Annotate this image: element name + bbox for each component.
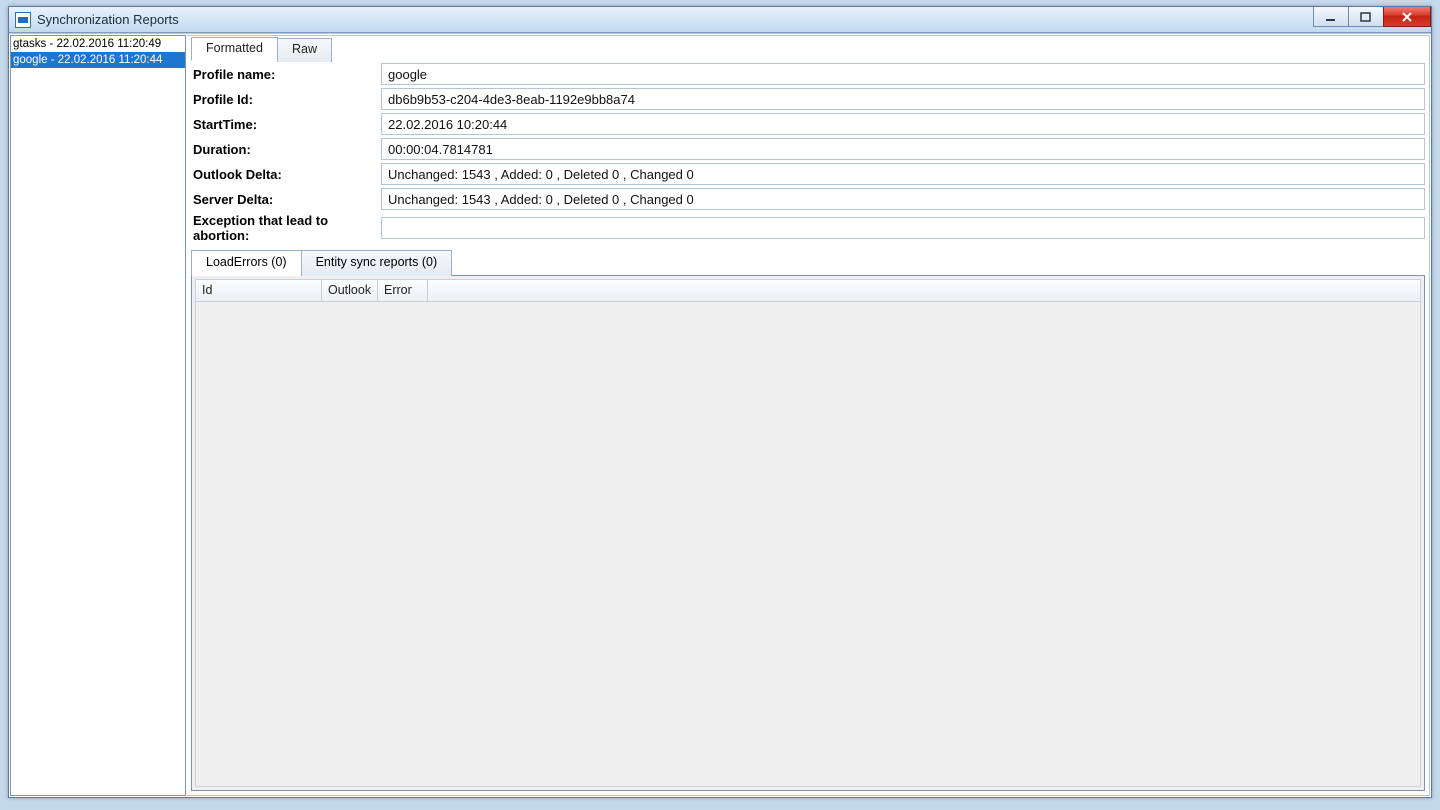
tab-load-errors[interactable]: LoadErrors (0) (191, 250, 302, 276)
error-grid[interactable]: Id Outlook Error (195, 279, 1421, 787)
window-controls (1314, 7, 1431, 29)
value-server-delta[interactable]: Unchanged: 1543 , Added: 0 , Deleted 0 ,… (381, 188, 1425, 210)
value-exception[interactable] (381, 217, 1425, 239)
value-profile-name[interactable]: google (381, 63, 1425, 85)
label-server-delta: Server Delta: (191, 192, 381, 207)
col-error[interactable]: Error (378, 280, 428, 301)
label-profile-name: Profile name: (191, 67, 381, 82)
titlebar[interactable]: Synchronization Reports (9, 7, 1431, 33)
close-button[interactable] (1383, 7, 1431, 27)
details-panel: Formatted Raw Profile name: google Profi… (187, 35, 1430, 796)
view-tabs: Formatted Raw (191, 37, 1425, 61)
sub-tabs: LoadErrors (0) Entity sync reports (0) (191, 250, 1425, 276)
client-area: gtasks - 22.02.2016 11:20:49 google - 22… (9, 33, 1431, 797)
grid-header: Id Outlook Error (196, 280, 1420, 302)
app-window: Synchronization Reports gtasks - 22.02.2… (8, 6, 1432, 798)
row-outlook-delta: Outlook Delta: Unchanged: 1543 , Added: … (191, 163, 1425, 185)
label-start-time: StartTime: (191, 117, 381, 132)
label-duration: Duration: (191, 142, 381, 157)
window-title: Synchronization Reports (37, 12, 179, 27)
row-duration: Duration: 00:00:04.7814781 (191, 138, 1425, 160)
row-start-time: StartTime: 22.02.2016 10:20:44 (191, 113, 1425, 135)
app-icon (15, 12, 31, 28)
col-outlook[interactable]: Outlook (322, 280, 378, 301)
row-exception: Exception that lead to abortion: (191, 213, 1425, 243)
report-list[interactable]: gtasks - 22.02.2016 11:20:49 google - 22… (10, 35, 186, 796)
value-start-time[interactable]: 22.02.2016 10:20:44 (381, 113, 1425, 135)
col-id[interactable]: Id (196, 280, 322, 301)
sub-tab-area: LoadErrors (0) Entity sync reports (0) I… (191, 250, 1425, 791)
list-item[interactable]: gtasks - 22.02.2016 11:20:49 (11, 36, 185, 52)
maximize-icon (1360, 12, 1372, 22)
grid-container: Id Outlook Error (191, 275, 1425, 791)
label-exception: Exception that lead to abortion: (191, 213, 381, 243)
minimize-button[interactable] (1313, 7, 1349, 27)
minimize-icon (1325, 12, 1337, 22)
value-profile-id[interactable]: db6b9b53-c204-4de3-8eab-1192e9bb8a74 (381, 88, 1425, 110)
maximize-button[interactable] (1348, 7, 1384, 27)
tab-formatted[interactable]: Formatted (191, 37, 278, 61)
label-profile-id: Profile Id: (191, 92, 381, 107)
tab-entity-sync[interactable]: Entity sync reports (0) (301, 250, 453, 276)
tab-raw[interactable]: Raw (277, 38, 332, 62)
row-profile-id: Profile Id: db6b9b53-c204-4de3-8eab-1192… (191, 88, 1425, 110)
row-server-delta: Server Delta: Unchanged: 1543 , Added: 0… (191, 188, 1425, 210)
list-item[interactable]: google - 22.02.2016 11:20:44 (11, 52, 185, 68)
value-duration[interactable]: 00:00:04.7814781 (381, 138, 1425, 160)
row-profile-name: Profile name: google (191, 63, 1425, 85)
label-outlook-delta: Outlook Delta: (191, 167, 381, 182)
value-outlook-delta[interactable]: Unchanged: 1543 , Added: 0 , Deleted 0 ,… (381, 163, 1425, 185)
close-icon (1401, 12, 1413, 22)
